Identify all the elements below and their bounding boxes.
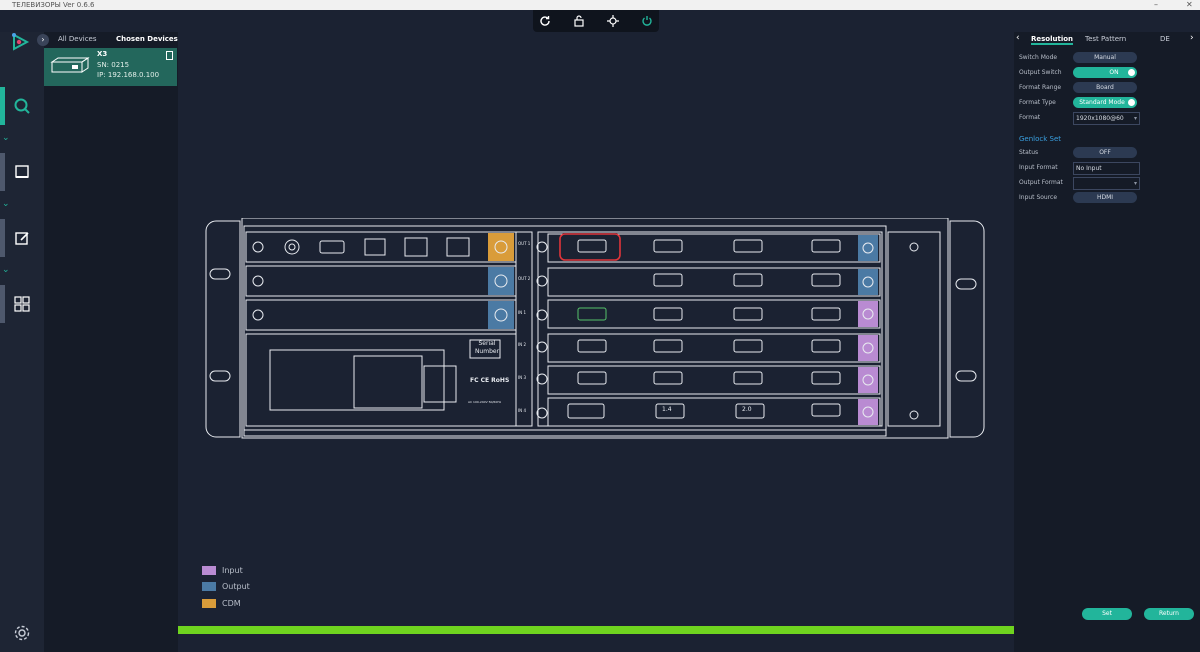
device-status-icon [166, 51, 173, 60]
return-button[interactable]: Return [1144, 608, 1194, 620]
device-front-panel [205, 218, 985, 439]
format-range-select[interactable]: Board [1073, 82, 1137, 93]
properties-tabs: ‹ Resolution Test Pattern DE › [1014, 32, 1200, 46]
device-panel: › All Devices Chosen Devices X3 SN: 0215… [37, 32, 178, 652]
output-format-select[interactable]: ▾ [1073, 177, 1140, 190]
input-source-select[interactable]: HDMI [1073, 192, 1137, 203]
properties-panel: ‹ Resolution Test Pattern DE › Switch Mo… [1014, 32, 1200, 652]
tab-de[interactable]: DE [1160, 35, 1170, 43]
slot-label: IN 2 [518, 342, 526, 347]
window-title: ТЕЛЕВИЗОРЫ Ver 0.6.6 [12, 1, 95, 9]
refresh-icon[interactable] [536, 12, 554, 30]
device-card[interactable]: X3 SN: 0215 IP: 192.168.0.100 [44, 48, 177, 86]
settings-button[interactable] [0, 614, 44, 652]
switch-mode-row: Switch Mode Manual [1019, 52, 1194, 64]
power-icon[interactable] [638, 12, 656, 30]
input-source-label: Input Source [1019, 194, 1058, 201]
minimize-button[interactable]: – [1154, 0, 1158, 10]
hdmi-version-label: 1.4 [662, 406, 672, 413]
chevron-down-icon[interactable]: ⌄ [2, 133, 10, 143]
chevron-down-icon: ▾ [1133, 115, 1137, 122]
sidebar-item-edit[interactable] [0, 219, 44, 257]
cert-marks: FC CE RoHS [470, 377, 510, 384]
sidebar-rail: ⌄ ⌄ ⌄ [0, 32, 44, 652]
power-spec: AC 100-240V 50/60Hz [468, 400, 502, 404]
genlock-status-row: Status OFF [1019, 147, 1194, 159]
gear-icon [14, 625, 30, 641]
edit-icon [15, 232, 29, 245]
format-row: Format 1920x1080@60 ▾ [1019, 112, 1194, 125]
device-thumbnail-icon [50, 57, 90, 73]
input-source-row: Input Source HDMI [1019, 192, 1194, 204]
locate-icon[interactable] [604, 12, 622, 30]
slot-label: IN 1 [518, 310, 526, 315]
sidebar-item-search[interactable] [0, 87, 44, 125]
tab-resolution[interactable]: Resolution [1031, 35, 1074, 45]
window-titlebar: ТЕЛЕВИЗОРЫ Ver 0.6.6 – ✕ [0, 0, 1200, 10]
output-color-swatch [202, 582, 216, 591]
genlock-status-label: Status [1019, 149, 1039, 156]
output-format-label: Output Format [1019, 179, 1063, 186]
device-ip: IP: 192.168.0.100 [97, 71, 160, 79]
input-format-label: Input Format [1019, 164, 1058, 171]
app-logo-icon [10, 32, 30, 56]
genlock-title: Genlock Set [1019, 135, 1062, 143]
output-switch-toggle[interactable]: ON [1073, 67, 1137, 78]
device-canvas: OUT 1 OUT 2 IN 1 IN 2 IN 3 IN 4 Serial N… [178, 32, 1014, 626]
chevron-down-icon[interactable]: ⌄ [2, 199, 10, 209]
slot-label: IN 3 [518, 375, 526, 380]
slot-label: OUT 1 [518, 241, 531, 246]
format-type-row: Format Type Standard Mode [1019, 97, 1194, 109]
search-icon [14, 98, 30, 114]
device-sn: SN: 0215 [97, 61, 130, 69]
switch-mode-select[interactable]: Manual [1073, 52, 1137, 63]
switch-mode-label: Switch Mode [1019, 54, 1058, 61]
chevron-down-icon: ▾ [1133, 180, 1137, 187]
cdm-color-swatch [202, 599, 216, 608]
format-range-row: Format Range Board [1019, 82, 1194, 94]
tab-all-devices[interactable]: All Devices [58, 35, 97, 43]
set-button[interactable]: Set [1082, 608, 1132, 620]
slot-label: OUT 2 [518, 276, 531, 281]
format-type-toggle[interactable]: Standard Mode [1073, 97, 1137, 108]
tab-test-pattern[interactable]: Test Pattern [1085, 35, 1126, 43]
device-tabs: › All Devices Chosen Devices [37, 32, 178, 48]
genlock-status-select[interactable]: OFF [1073, 147, 1137, 158]
output-switch-label: Output Switch [1019, 69, 1062, 76]
input-format-field[interactable]: No Input [1073, 162, 1140, 175]
output-format-row: Output Format ▾ [1019, 177, 1194, 190]
input-color-swatch [202, 566, 216, 575]
close-button[interactable]: ✕ [1186, 0, 1193, 10]
format-select[interactable]: 1920x1080@60 ▾ [1073, 112, 1140, 125]
legend-cdm: CDM [202, 593, 241, 612]
grid-icon [14, 296, 30, 312]
chevron-down-icon[interactable]: ⌄ [2, 265, 10, 275]
format-type-label: Format Type [1019, 99, 1056, 106]
sidebar-item-layout[interactable] [0, 285, 44, 323]
chevron-right-icon[interactable]: › [37, 34, 49, 46]
input-format-row: Input Format No Input [1019, 162, 1194, 175]
screen-icon [15, 165, 29, 178]
unlock-icon[interactable] [570, 12, 588, 30]
output-switch-row: Output Switch ON [1019, 67, 1194, 79]
chevron-right-icon[interactable]: › [1190, 33, 1194, 43]
serial-number-label: Serial Number [474, 340, 500, 355]
chevron-left-icon[interactable]: ‹ [1016, 33, 1020, 43]
format-label: Format [1019, 114, 1041, 121]
tab-chosen-devices[interactable]: Chosen Devices [116, 35, 178, 43]
top-toolbar [533, 10, 659, 32]
sidebar-item-screen[interactable] [0, 153, 44, 191]
device-name: X3 [97, 50, 108, 58]
hdmi-version-label: 2.0 [742, 406, 752, 413]
format-range-label: Format Range [1019, 84, 1062, 91]
slot-label: IN 4 [518, 408, 526, 413]
